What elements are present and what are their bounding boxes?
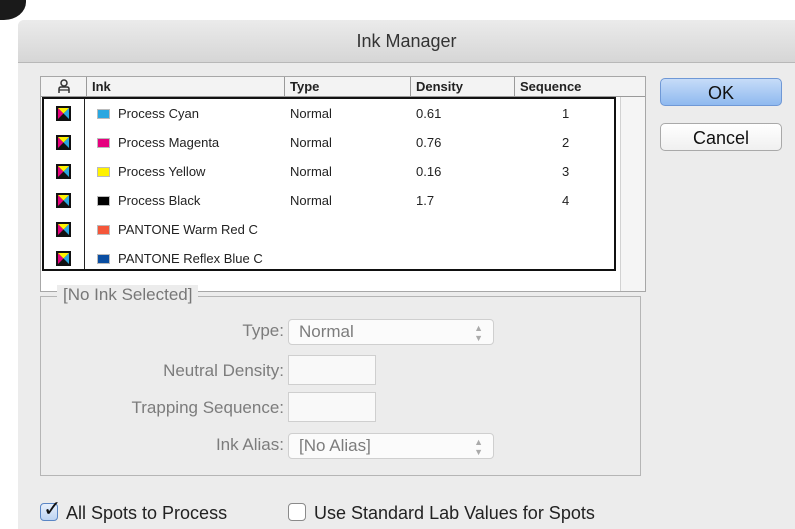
all-spots-label: All Spots to Process: [66, 503, 228, 523]
ink-list-header: Ink Type Density Sequence: [41, 77, 645, 97]
ink-sequence-cell: 4: [562, 193, 570, 208]
ink-alias-value: [No Alias]: [299, 436, 371, 455]
column-sequence[interactable]: Sequence: [514, 77, 616, 96]
color-swatch-icon: [97, 225, 110, 235]
ink-name: PANTONE Warm Red C: [118, 222, 258, 237]
process-ink-icon: [56, 106, 71, 121]
ink-type-cell: Normal: [290, 193, 332, 208]
ink-icon-cell: [44, 215, 84, 244]
scrollbar[interactable]: [620, 97, 645, 291]
color-swatch-icon: [97, 138, 110, 148]
column-ink[interactable]: Ink: [86, 77, 284, 96]
ink-row[interactable]: PANTONE Reflex Blue C: [44, 244, 614, 273]
desktop-corner: [0, 0, 26, 20]
color-swatch-icon: [97, 109, 110, 119]
ink-density-cell: 0.16: [416, 164, 442, 179]
ink-manager-dialog: Ink Manager Ink Type Density Sequence Pr…: [18, 20, 795, 529]
color-swatch-icon: [97, 167, 110, 177]
ink-name-cell: Process Black: [88, 186, 284, 215]
ink-icon-cell: [44, 244, 84, 273]
color-swatch-icon: [97, 254, 110, 264]
column-type[interactable]: Type: [284, 77, 410, 96]
ink-list[interactable]: Ink Type Density Sequence Process Cyan No…: [40, 76, 646, 292]
ink-name-cell: Process Magenta: [88, 128, 284, 157]
process-ink-icon: [56, 164, 71, 179]
ink-row[interactable]: Process Black Normal 1.7 4: [44, 186, 614, 215]
window-title: Ink Manager: [18, 20, 795, 63]
ink-sequence-cell: 2: [562, 135, 570, 150]
neutral-density-label: Neutral Density:: [163, 361, 284, 380]
ink-name-cell: PANTONE Warm Red C: [88, 215, 284, 244]
ink-row[interactable]: Process Cyan Normal 0.61 1: [44, 99, 614, 128]
neutral-density-field[interactable]: [288, 355, 376, 385]
color-swatch-icon: [97, 196, 110, 206]
checkbox-checked[interactable]: ✓: [40, 497, 61, 521]
std-lab-label: Use Standard Lab Values for Spots: [314, 503, 595, 523]
ink-name: Process Cyan: [118, 106, 199, 121]
ink-rows: Process Cyan Normal 0.61 1 Process Magenta No…: [42, 97, 616, 271]
checkmark-icon: ✓: [43, 496, 62, 521]
type-label: Type:: [242, 321, 284, 340]
ink-density-cell: 1.7: [416, 193, 435, 208]
stepper-arrows-icon: ▲ ▼: [474, 323, 483, 343]
type-select-value: Normal: [299, 322, 354, 341]
person-icon: [41, 77, 86, 96]
trapping-sequence-field[interactable]: [288, 392, 376, 422]
ink-name: Process Yellow: [118, 164, 206, 179]
ink-row[interactable]: Process Magenta Normal 0.76 2: [44, 128, 614, 157]
ink-type-cell: Normal: [290, 135, 332, 150]
ink-icon-cell: [44, 186, 84, 215]
ink-alias-label: Ink Alias:: [215, 435, 284, 454]
ink-icon-cell: [44, 99, 84, 128]
ink-sequence-cell: 3: [562, 164, 570, 179]
ink-details-group: [No Ink Selected] Type: Normal ▲ ▼ Neutra…: [40, 285, 641, 476]
process-ink-icon: [56, 222, 71, 237]
ink-type-cell: Normal: [290, 164, 332, 179]
ink-name: Process Magenta: [118, 135, 220, 150]
ink-alias-select[interactable]: [No Alias] ▲ ▼: [288, 433, 494, 459]
ink-icon-cell: [44, 128, 84, 157]
group-title: [No Ink Selected]: [57, 285, 199, 305]
ok-button[interactable]: OK: [660, 78, 782, 106]
ink-name-cell: Process Cyan: [88, 99, 284, 128]
ink-density-cell: 0.76: [416, 135, 442, 150]
ink-type-cell: Normal: [290, 106, 332, 121]
type-select[interactable]: Normal ▲ ▼: [288, 319, 494, 345]
trapping-sequence-label: Trapping Sequence:: [131, 398, 284, 417]
column-density[interactable]: Density: [410, 77, 514, 96]
ink-density-cell: 0.61: [416, 106, 442, 121]
process-ink-icon: [56, 135, 71, 150]
ink-row[interactable]: PANTONE Warm Red C: [44, 215, 614, 244]
ink-name: Process Black: [118, 193, 201, 208]
stepper-arrows-icon: ▲ ▼: [474, 437, 483, 457]
process-ink-icon: [56, 193, 71, 208]
process-ink-icon: [56, 251, 71, 266]
ink-name-cell: Process Yellow: [88, 157, 284, 186]
ink-name: PANTONE Reflex Blue C: [118, 251, 263, 266]
ink-row[interactable]: Process Yellow Normal 0.16 3: [44, 157, 614, 186]
ink-name-cell: PANTONE Reflex Blue C: [88, 244, 284, 273]
checkbox-unchecked[interactable]: [288, 503, 306, 521]
ink-icon-cell: [44, 157, 84, 186]
cancel-button[interactable]: Cancel: [660, 123, 782, 151]
ink-sequence-cell: 1: [562, 106, 570, 121]
